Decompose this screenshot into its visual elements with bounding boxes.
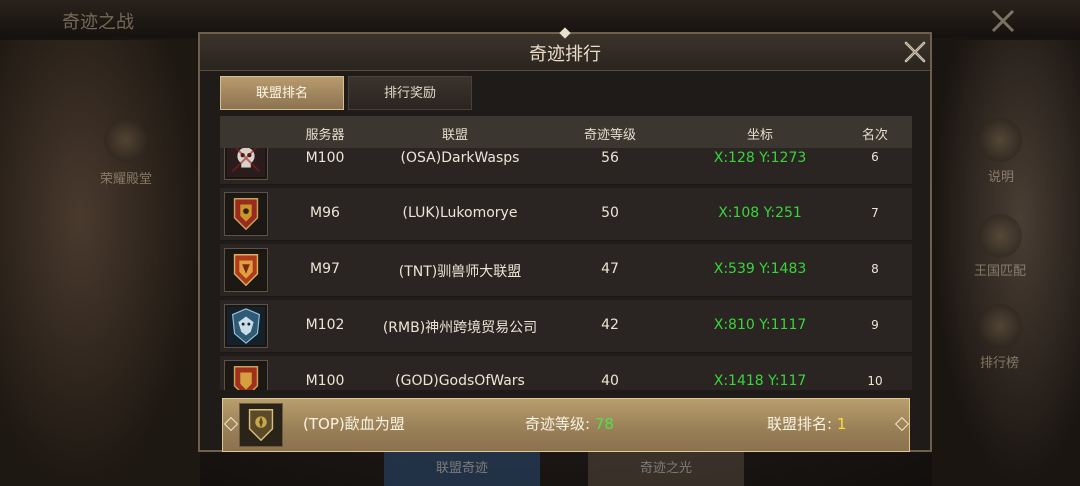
row-coordinates[interactable]: X:128 Y:1273 [690,150,830,166]
tab-ranking-rewards[interactable]: 排行奖励 [348,76,472,110]
row-wonder-level: 56 [601,150,619,166]
hall-of-honor-icon[interactable] [104,118,148,162]
row-wonder-level: 40 [601,373,619,389]
row-coordinates[interactable]: X:108 Y:251 [690,205,830,221]
row-alliance: (TNT)驯兽师大联盟 [398,264,522,280]
instructions-icon[interactable] [978,118,1022,162]
panel-header: 奇迹排行 [200,27,930,71]
table-row[interactable]: M100 (GOD)GodsOfWars 40 X:1418 Y:117 10 [220,356,912,390]
instructions-label[interactable]: 说明 [988,166,1014,185]
column-rank: 名次 [861,128,888,143]
gold-shield-emblem-icon [239,403,283,447]
orange-shield-emblem-icon [224,248,268,292]
row-rank: 10 [867,374,883,388]
my-alliance-bar: (TOP)歃血为盟 奇迹等级: 78 联盟排名: 1 [222,398,910,452]
row-coordinates[interactable]: X:539 Y:1483 [690,261,830,277]
leaderboard-icon[interactable] [978,304,1022,348]
skull-emblem-icon [224,148,268,180]
row-alliance: (LUK)Lukomorye [402,205,518,221]
alliance-wonder-button[interactable]: 联盟奇迹 [384,452,540,486]
my-wonder-level-label: 奇迹等级: [525,415,591,433]
panel-title: 奇迹排行 [529,44,601,65]
table-row[interactable]: M96 (LUK)Lukomorye 50 X:108 Y:251 7 [220,188,912,241]
kingdom-match-icon[interactable] [978,214,1022,258]
row-alliance: (RMB)神州跨境贸易公司 [382,320,538,336]
my-alliance-name: (TOP)歃血为盟 [303,415,405,433]
row-coordinates[interactable]: X:1418 Y:117 [690,373,830,389]
my-wonder-level: 奇迹等级: 78 [525,413,614,434]
background-left-art [0,40,200,486]
row-rank: 6 [871,150,879,164]
wonder-light-button[interactable]: 奇迹之光 [588,452,744,486]
row-rank: 7 [871,206,879,220]
row-wonder-level: 47 [601,261,619,277]
my-alliance-rank: 联盟排名: 1 [767,413,846,434]
table-row[interactable]: M102 (RMB)神州跨境贸易公司 42 X:810 Y:1117 9 [220,300,912,353]
red-shield-emblem-icon [224,192,268,236]
background-title: 奇迹之战 [62,12,134,33]
row-rank: 9 [871,318,879,332]
table-row[interactable]: M100 (OSA)DarkWasps 56 X:128 Y:1273 6 [220,148,912,185]
column-coordinates: 坐标 [746,128,773,143]
red-shield-emblem-icon [224,360,268,390]
row-alliance: (OSA)DarkWasps [400,150,520,166]
row-wonder-level: 50 [601,205,619,221]
leaderboard-label[interactable]: 排行榜 [980,352,1019,371]
row-coordinates[interactable]: X:810 Y:1117 [690,317,830,333]
table-rows: M100 (OSA)DarkWasps 56 X:128 Y:1273 6 M9… [220,148,912,390]
my-alliance-rank-value: 1 [836,415,847,433]
background-close-icon[interactable] [990,8,1016,34]
hall-of-honor-label[interactable]: 荣耀殿堂 [100,168,152,187]
table-header: 服务器 联盟 奇迹等级 坐标 名次 [220,116,912,148]
column-wonder-level: 奇迹等级 [583,128,636,143]
close-icon[interactable] [903,40,927,64]
tab-alliance-ranking[interactable]: 联盟排名 [220,76,344,110]
row-alliance: (GOD)GodsOfWars [395,373,525,389]
ranking-table: 服务器 联盟 奇迹等级 坐标 名次 M100 (OSA)DarkWasps 56 [220,116,912,390]
row-wonder-level: 42 [601,317,619,333]
left-ornament-icon [223,416,239,432]
column-alliance: 联盟 [441,128,468,143]
column-server: 服务器 [305,128,345,143]
row-rank: 8 [871,262,879,276]
my-alliance-rank-label: 联盟排名: [767,415,833,433]
my-wonder-level-value: 78 [594,415,614,433]
wonder-ranking-panel: 奇迹排行 联盟排名 排行奖励 服务器 联盟 奇迹等级 坐标 名次 M100 (O… [198,27,932,452]
kingdom-match-label[interactable]: 王国匹配 [974,260,1026,279]
right-ornament-icon [894,416,910,432]
blue-wolf-emblem-icon [224,304,268,348]
table-row[interactable]: M97 (TNT)驯兽师大联盟 47 X:539 Y:1483 8 [220,244,912,297]
